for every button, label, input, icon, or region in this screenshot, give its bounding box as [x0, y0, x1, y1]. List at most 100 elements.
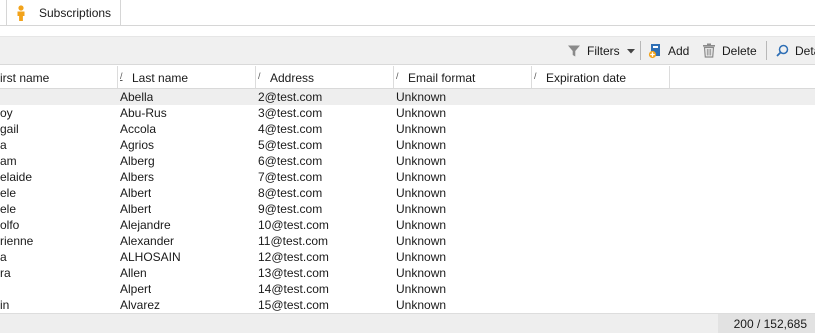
cell-first-name: a [0, 250, 7, 264]
add-icon [648, 43, 660, 58]
cell-address: 15@test.com [258, 298, 329, 312]
cell-first-name: rienne [0, 234, 34, 248]
cell-first-name: in [0, 298, 10, 312]
search-icon [776, 44, 789, 57]
cell-last-name: Accola [120, 122, 157, 136]
cell-address: 7@test.com [258, 170, 323, 184]
separator [0, 26, 815, 37]
cell-last-name: Albert [120, 202, 152, 216]
tab-label: Subscriptions [39, 6, 112, 20]
table-row[interactable]: olfo Alejandre 10@test.com Unknown [0, 217, 815, 233]
delete-button[interactable]: Delete [702, 37, 757, 64]
column-email-format[interactable]: / Email format [394, 66, 532, 88]
toolbar-divider [766, 41, 767, 60]
cell-first-name: gail [0, 122, 19, 136]
table-row[interactable]: in Alvarez 15@test.com Unknown [0, 297, 815, 313]
table-row[interactable]: ele Albert 8@test.com Unknown [0, 185, 815, 201]
detail-label: Deta [795, 43, 815, 58]
cell-last-name: Abu-Rus [120, 106, 167, 120]
record-count: 200 / 152,685 [733, 317, 807, 331]
table-row[interactable]: gail Accola 4@test.com Unknown [0, 121, 815, 137]
cell-first-name: ele [0, 202, 17, 216]
tab-bar: Subscriptions [0, 0, 815, 26]
cell-address: 2@test.com [258, 90, 323, 104]
column-label: Email format [408, 71, 476, 85]
cell-last-name: Agrios [120, 138, 155, 152]
cell-first-name: oy [0, 106, 13, 120]
table-row[interactable]: oy Abu-Rus 3@test.com Unknown [0, 105, 815, 121]
cell-email-format: Unknown [396, 90, 447, 104]
toolbar: Filters Add Delete Deta [0, 37, 815, 65]
table-row[interactable]: Abella 2@test.com Unknown [0, 89, 815, 105]
sort-ascending-icon: / [120, 71, 123, 81]
cell-first-name: ra [0, 266, 11, 280]
cell-first-name: am [0, 154, 17, 168]
cell-last-name: Alexander [120, 234, 175, 248]
cell-last-name: Alberg [120, 154, 155, 168]
table-row[interactable]: a ALHOSAIN 12@test.com Unknown [0, 249, 815, 265]
cell-email-format: Unknown [396, 202, 447, 216]
cell-first-name: ele [0, 186, 17, 200]
cell-address: 8@test.com [258, 186, 323, 200]
cell-email-format: Unknown [396, 298, 447, 312]
cell-last-name: Alejandre [120, 218, 171, 232]
column-label: irst name [0, 71, 50, 85]
table-body: Abella 2@test.com Unknown oy Abu-Rus 3@t… [0, 89, 815, 313]
column-label: Expiration date [546, 71, 627, 85]
person-icon [17, 5, 25, 21]
table-row[interactable]: rienne Alexander 11@test.com Unknown [0, 233, 815, 249]
table-row[interactable]: ra Allen 13@test.com Unknown [0, 265, 815, 281]
detail-button[interactable]: Deta [776, 37, 815, 64]
cell-email-format: Unknown [396, 170, 447, 184]
sort-icon: / [396, 71, 399, 81]
cell-address: 5@test.com [258, 138, 323, 152]
column-expiration-date[interactable]: / Expiration date [532, 66, 670, 88]
cell-address: 13@test.com [258, 266, 329, 280]
status-bar: 200 / 152,685 [0, 313, 815, 333]
cell-address: 10@test.com [258, 218, 329, 232]
add-button[interactable]: Add [648, 37, 689, 64]
cell-email-format: Unknown [396, 154, 447, 168]
cell-address: 11@test.com [258, 234, 328, 248]
column-last-name[interactable]: / Last name [118, 66, 256, 88]
delete-label: Delete [722, 43, 757, 58]
chevron-down-icon[interactable] [626, 48, 635, 54]
cell-email-format: Unknown [396, 266, 447, 280]
table-row[interactable]: a Agrios 5@test.com Unknown [0, 137, 815, 153]
cell-address: 14@test.com [258, 282, 329, 296]
cell-last-name: Albert [120, 186, 152, 200]
cell-last-name: Abella [120, 90, 154, 104]
cell-address: 3@test.com [258, 106, 323, 120]
table-row[interactable]: Alpert 14@test.com Unknown [0, 281, 815, 297]
column-first-name[interactable]: irst name [0, 66, 118, 88]
cell-email-format: Unknown [396, 106, 447, 120]
cell-address: 6@test.com [258, 154, 323, 168]
cell-email-format: Unknown [396, 250, 447, 264]
filter-icon [568, 45, 580, 56]
trash-icon [703, 43, 715, 58]
sort-icon: / [534, 71, 537, 81]
cell-first-name: elaide [0, 170, 33, 184]
cell-email-format: Unknown [396, 186, 447, 200]
table-row[interactable]: ele Albert 9@test.com Unknown [0, 201, 815, 217]
column-label: Last name [132, 71, 189, 85]
column-address[interactable]: / Address [256, 66, 394, 88]
cell-email-format: Unknown [396, 138, 447, 152]
cell-last-name: Alvarez [120, 298, 161, 312]
table-row[interactable]: am Alberg 6@test.com Unknown [0, 153, 815, 169]
cell-address: 9@test.com [258, 202, 323, 216]
cell-address: 12@test.com [258, 250, 329, 264]
tab-subscriptions[interactable]: Subscriptions [6, 0, 121, 25]
cell-email-format: Unknown [396, 218, 447, 232]
add-label: Add [668, 43, 690, 58]
cell-last-name: Albers [120, 170, 155, 184]
cell-last-name: Alpert [120, 282, 152, 296]
table-row[interactable]: elaide Albers 7@test.com Unknown [0, 169, 815, 185]
cell-last-name: Allen [120, 266, 147, 280]
cell-email-format: Unknown [396, 122, 447, 136]
cell-email-format: Unknown [396, 282, 447, 296]
cell-email-format: Unknown [396, 234, 447, 248]
cell-first-name: a [0, 138, 7, 152]
filters-button[interactable]: Filters [567, 37, 635, 64]
filters-label: Filters [587, 43, 620, 58]
